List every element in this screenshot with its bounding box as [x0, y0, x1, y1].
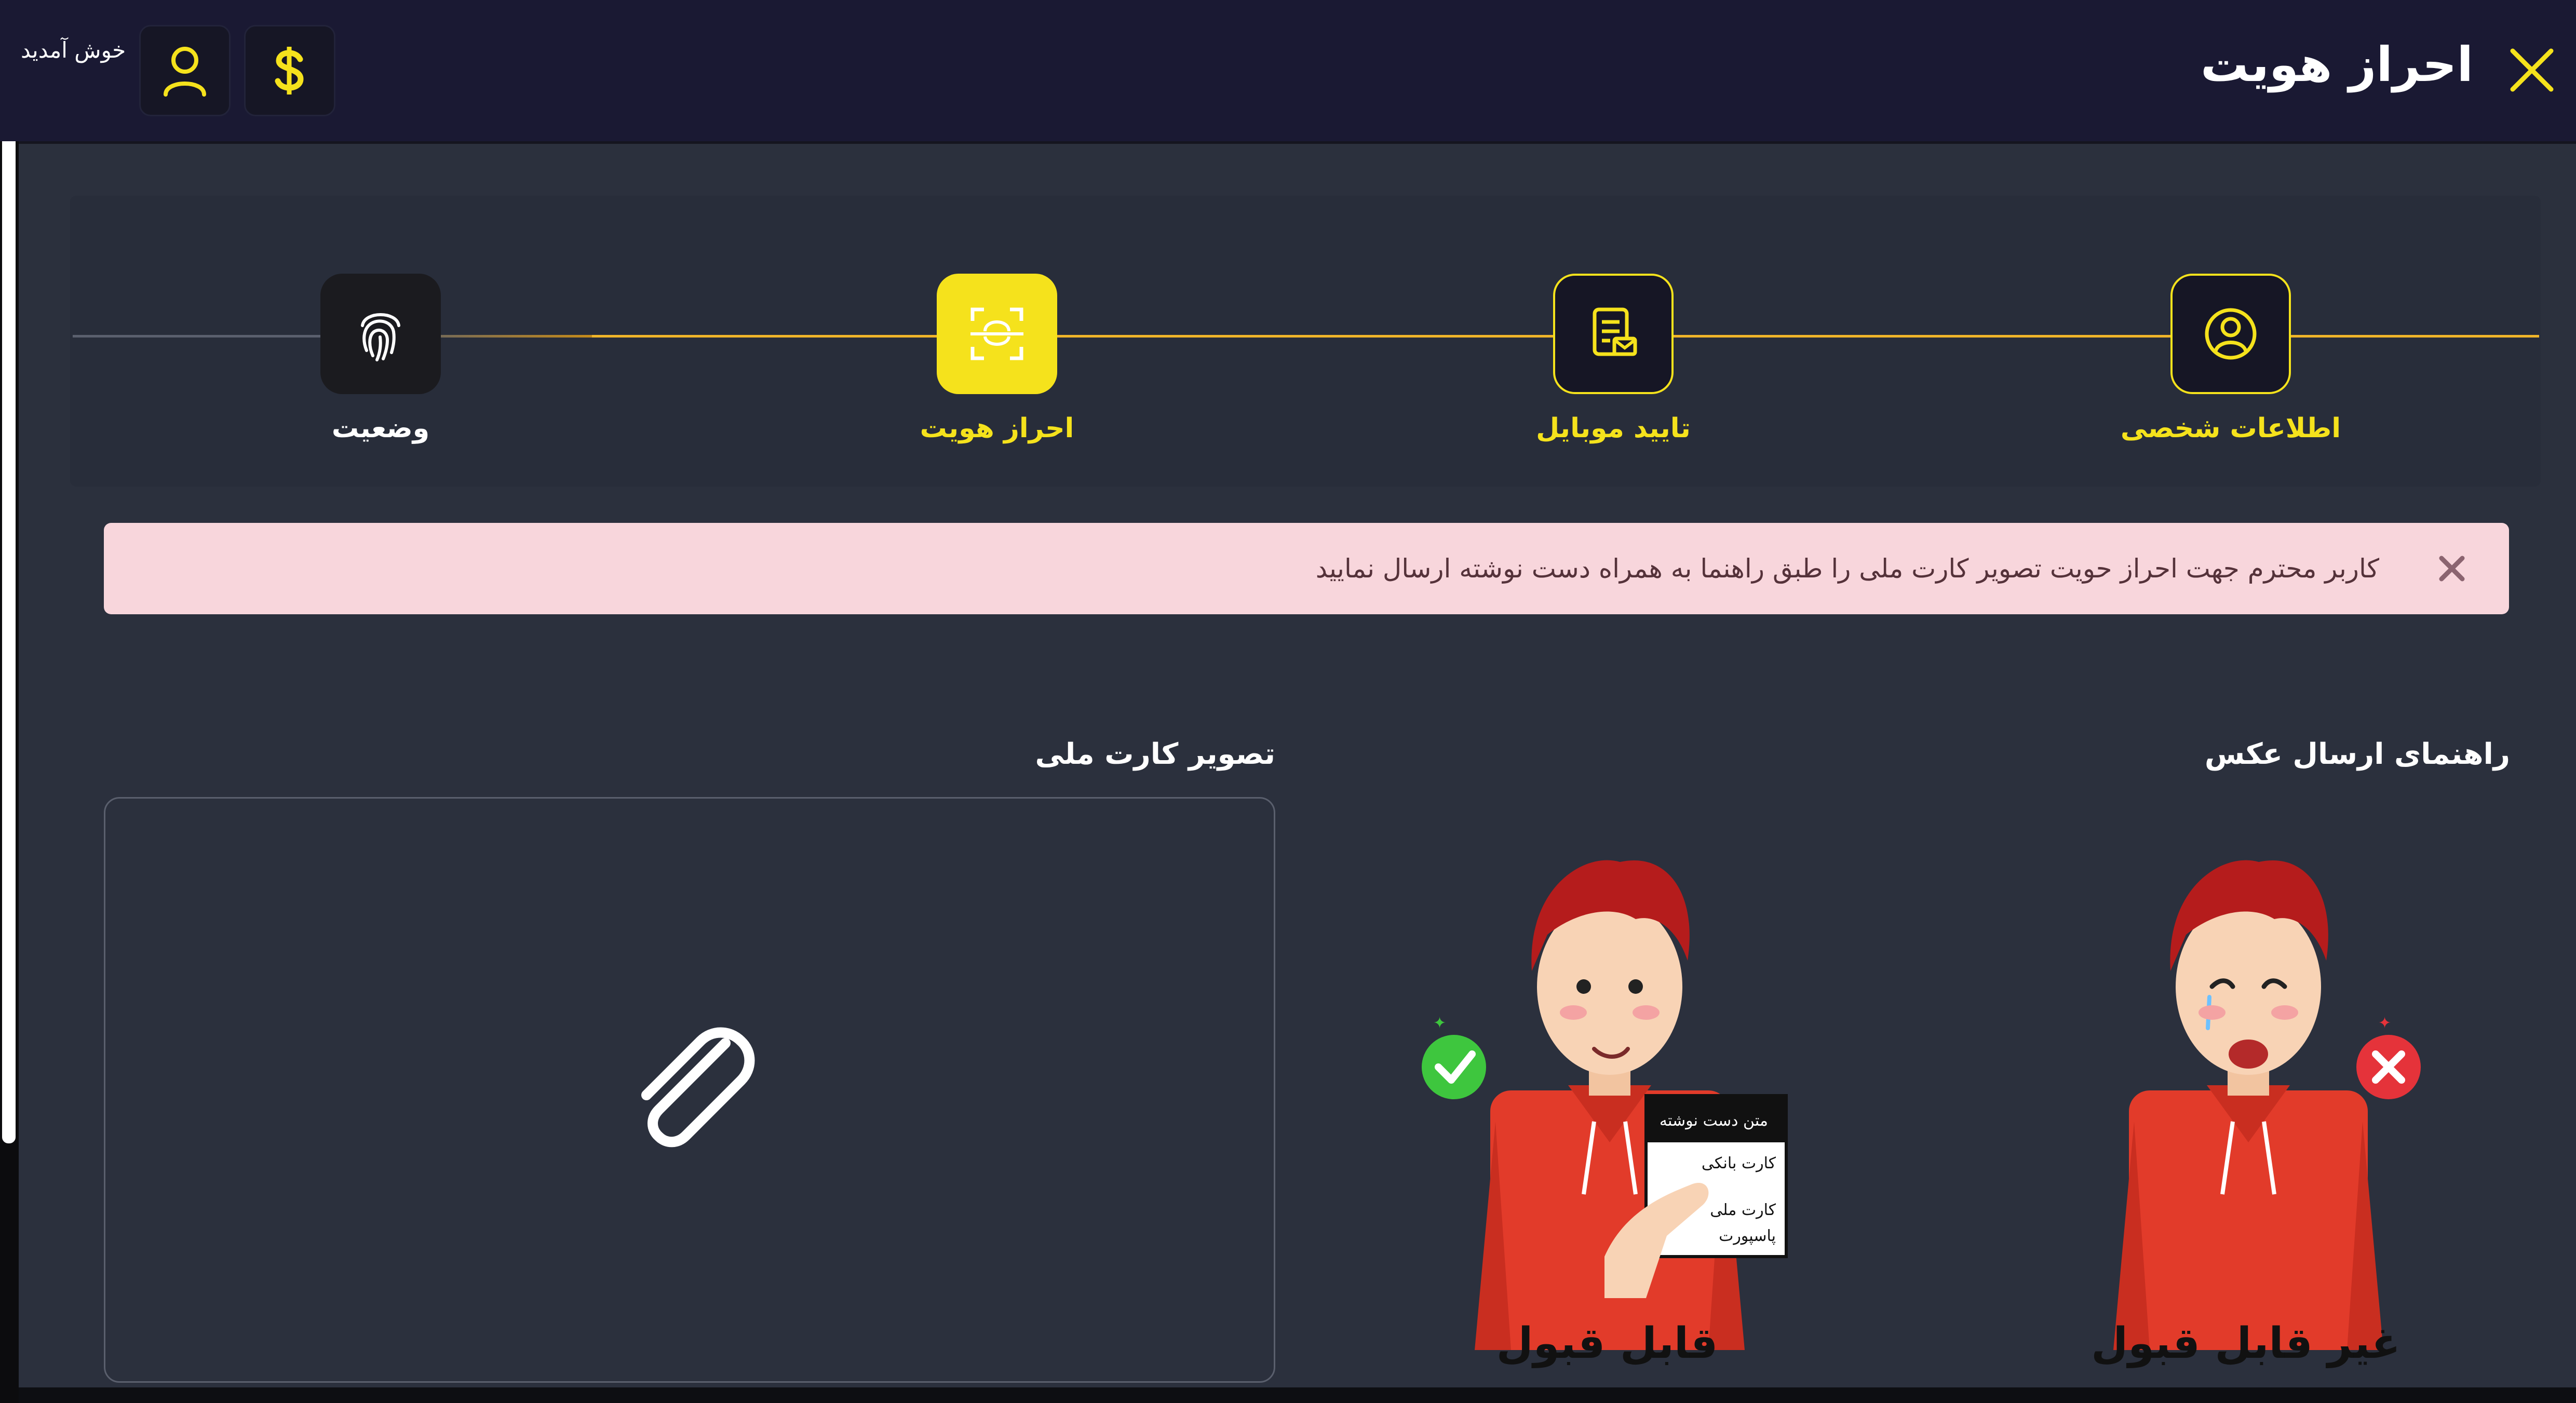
user-icon: [164, 47, 206, 97]
alert-banner: کاربر محترم جهت احراز حویت تصویر کارت مل…: [104, 523, 2509, 614]
welcome-text: خوش آمدید: [21, 37, 126, 63]
acceptable-example-illustration: متن دست نوشته کارت بانکی کارت ملی پاسپور…: [1422, 860, 1788, 1350]
page-scrollbar[interactable]: [2, 141, 16, 1143]
acceptable-label: قابل قبول: [1496, 1319, 1718, 1368]
page-title: احراز هویت: [2200, 37, 2473, 92]
card-line-4: پاسپورت: [1719, 1227, 1776, 1245]
card-line-1: متن دست نوشته: [1660, 1112, 1768, 1130]
mobile-verify-icon: [1593, 307, 1637, 356]
profile-button[interactable]: [139, 25, 231, 116]
unacceptable-label: غیر قابل قبول: [2091, 1319, 2400, 1368]
step-label-status: وضعیت: [331, 413, 430, 444]
step-personal-info[interactable]: [2170, 274, 2291, 394]
step-status[interactable]: [320, 274, 441, 394]
upload-title: تصویر کارت ملی: [1035, 737, 1275, 771]
national-card-upload[interactable]: [104, 797, 1275, 1383]
step-identity[interactable]: [937, 274, 1057, 394]
face-scan-icon: [970, 307, 1023, 360]
dollar-icon: [275, 47, 304, 95]
alert-text: کاربر محترم جهت احراز حویت تصویر کارت مل…: [1315, 554, 2379, 584]
svg-text:✦: ✦: [2378, 1014, 2391, 1032]
step-mobile-verify[interactable]: [1553, 274, 1674, 394]
step-label-personal-info: اطلاعات شخصی: [2120, 413, 2341, 444]
top-header: احراز هویت خوش آمدید: [0, 0, 2576, 144]
fingerprint-icon: [361, 313, 400, 361]
wallet-button[interactable]: [244, 25, 335, 116]
alert-close-icon[interactable]: [2436, 553, 2467, 584]
step-label-identity: احراز هویت: [920, 413, 1074, 444]
close-icon[interactable]: [2503, 42, 2560, 99]
step-label-mobile-verify: تایید موبایل: [1536, 413, 1691, 444]
photo-guide-title: راهنمای ارسال عکس: [2204, 737, 2510, 771]
user-circle-icon: [2205, 308, 2257, 360]
paperclip-icon: [641, 1027, 755, 1148]
card-line-2: کارت بانکی: [1702, 1154, 1776, 1172]
bottom-edge: [19, 1387, 2576, 1403]
unacceptable-example-illustration: ✦: [2113, 860, 2421, 1350]
card-line-3: کارت ملی: [1710, 1201, 1776, 1219]
svg-text:✦: ✦: [1433, 1014, 1446, 1032]
